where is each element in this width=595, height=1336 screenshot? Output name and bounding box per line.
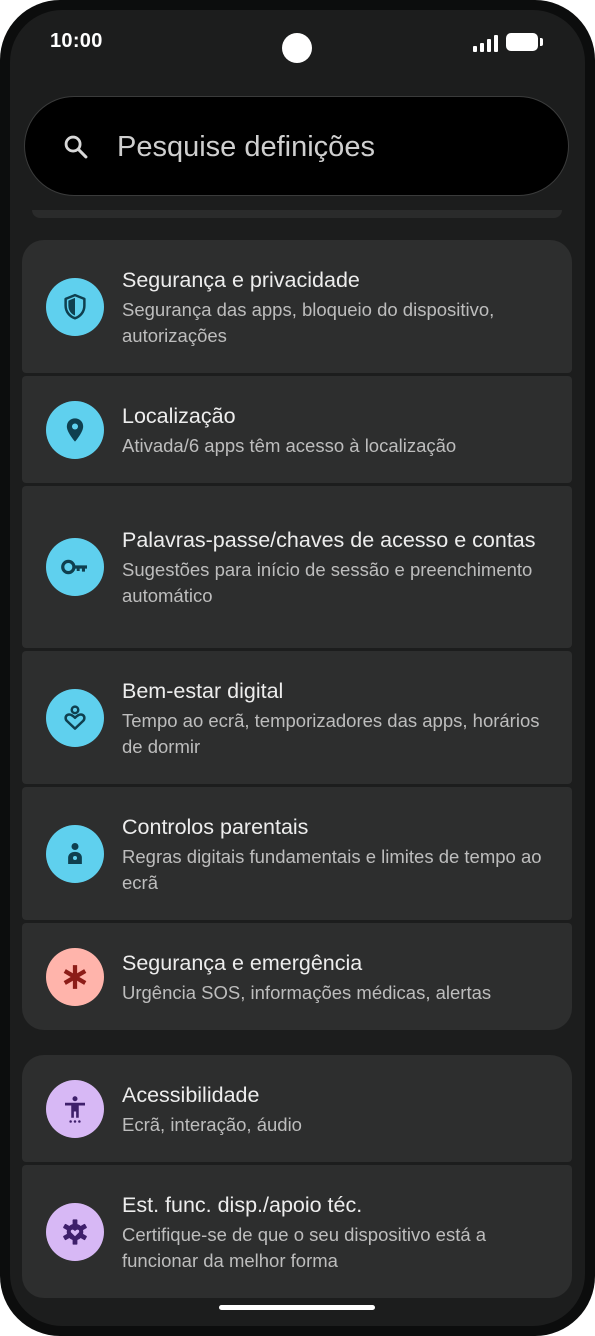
search-icon: [64, 135, 88, 159]
settings-item-passwords-accounts[interactable]: Palavras-passe/chaves de acesso e contas…: [22, 486, 572, 648]
item-title: Localização: [122, 403, 236, 428]
item-icon-container: [46, 947, 104, 1006]
settings-item-digital-wellbeing[interactable]: Bem-estar digital Tempo ao ecrã, tempori…: [22, 651, 572, 784]
item-icon-container: [46, 824, 104, 883]
item-subtitle: Ecrã, interação, áudio: [122, 1113, 302, 1135]
item-title: Controlos parentais: [122, 814, 309, 839]
item-icon-container: [46, 400, 104, 459]
item-title: Bem-estar digital: [122, 678, 284, 703]
search-bar[interactable]: [24, 96, 569, 196]
settings-group-security: Segurança e privacidade Segurança das ap…: [22, 240, 572, 1030]
item-text: Est. func. disp./apoio téc. Certifique-s…: [122, 1190, 572, 1274]
item-subtitle: Urgência SOS, informações médicas, alert…: [122, 981, 492, 1003]
item-text: Bem-estar digital Tempo ao ecrã, tempori…: [122, 676, 572, 760]
item-icon-container: [46, 1202, 104, 1261]
device-care-gear-icon: [63, 1218, 87, 1245]
front-camera: [282, 33, 312, 63]
status-time: 10:00: [50, 30, 103, 52]
parental-child-icon: [68, 842, 82, 864]
key-icon: [61, 559, 87, 575]
item-icon-container: [46, 688, 104, 747]
item-text: Acessibilidade Ecrã, interação, áudio: [122, 1080, 326, 1138]
accessibility-icon: [65, 1095, 85, 1123]
item-icon-container: [46, 538, 104, 596]
item-title: Acessibilidade: [122, 1082, 260, 1107]
item-text: Segurança e emergência Urgência SOS, inf…: [122, 948, 515, 1006]
settings-screen: 10:00 Seguranç: [10, 10, 585, 1326]
item-text: Localização Ativada/6 apps têm acesso à …: [122, 401, 480, 459]
settings-item-accessibility[interactable]: Acessibilidade Ecrã, interação, áudio: [22, 1055, 572, 1162]
item-title: Segurança e privacidade: [122, 267, 360, 292]
item-icon-container: [46, 277, 104, 336]
settings-item-location[interactable]: Localização Ativada/6 apps têm acesso à …: [22, 376, 572, 483]
settings-item-safety-emergency[interactable]: Segurança e emergência Urgência SOS, inf…: [22, 923, 572, 1030]
wellbeing-heart-icon: [64, 704, 86, 730]
item-title: Segurança e emergência: [122, 950, 363, 975]
item-subtitle: Regras digitais fundamentais e limites d…: [122, 845, 542, 893]
item-title: Palavras-passe/chaves de acesso e contas: [122, 528, 536, 552]
item-title: Est. func. disp./apoio téc.: [122, 1192, 363, 1217]
phone-frame: 10:00 Seguranç: [0, 0, 595, 1336]
search-input[interactable]: [117, 127, 517, 167]
item-subtitle: Segurança das apps, bloqueio do disposit…: [122, 298, 495, 346]
medical-asterisk-icon: [63, 964, 87, 989]
item-subtitle: Tempo ao ecrã, temporizadores das apps, …: [122, 709, 540, 757]
settings-item-parental-controls[interactable]: Controlos parentais Regras digitais fund…: [22, 787, 572, 920]
item-subtitle: Certifique-se de que o seu dispositivo e…: [122, 1223, 487, 1271]
home-gesture-bar[interactable]: [219, 1305, 375, 1310]
settings-item-security-privacy[interactable]: Segurança e privacidade Segurança das ap…: [22, 240, 572, 373]
item-subtitle: Ativada/6 apps têm acesso à localização: [122, 434, 457, 456]
location-pin-icon: [66, 417, 84, 442]
item-text: Palavras-passe/chaves de acesso e contas…: [122, 525, 572, 609]
item-subtitle: Sugestões para início de sessão e preenc…: [122, 559, 533, 606]
settings-item-device-care[interactable]: Est. func. disp./apoio téc. Certifique-s…: [22, 1165, 572, 1298]
settings-group-accessibility: Acessibilidade Ecrã, interação, áudio Es…: [22, 1055, 572, 1298]
item-text: Segurança e privacidade Segurança das ap…: [122, 265, 572, 349]
item-text: Controlos parentais Regras digitais fund…: [122, 812, 572, 896]
shield-icon: [64, 293, 86, 319]
signal-icon: [473, 34, 499, 52]
battery-icon: [506, 33, 543, 51]
item-icon-container: [46, 1079, 104, 1138]
previous-card-edge: [32, 210, 562, 218]
